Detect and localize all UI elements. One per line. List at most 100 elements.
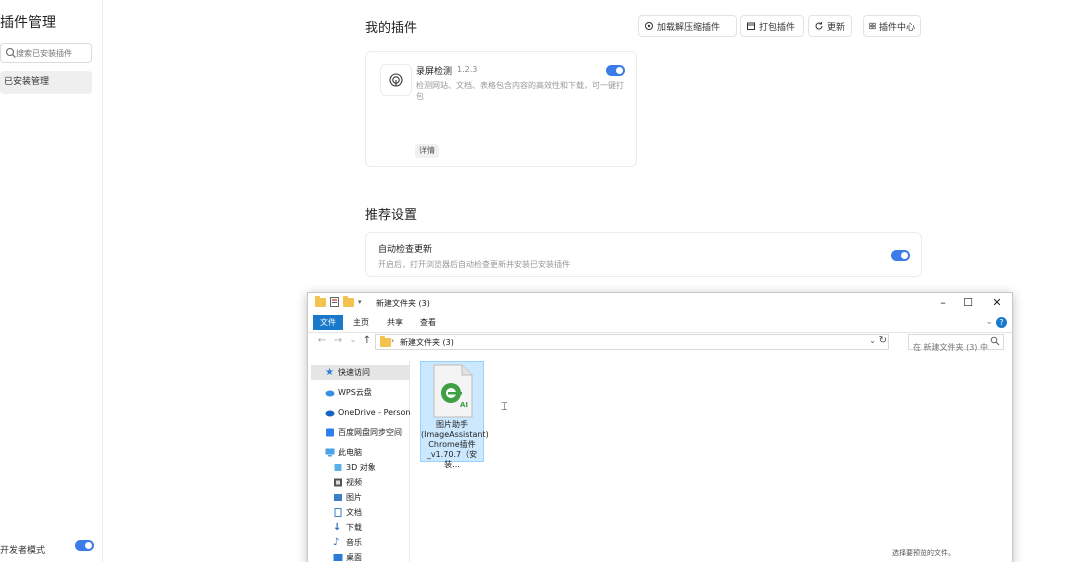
up-icon[interactable]: ↑	[361, 335, 373, 346]
tree-label: 文档	[346, 508, 362, 517]
maximize-icon[interactable]: ☐	[961, 296, 975, 310]
tree-label: 音乐	[346, 538, 362, 547]
plugin-icon	[380, 64, 412, 96]
address-bar[interactable]: › 新建文件夹 (3) ⌄ ↻	[375, 334, 889, 350]
video-icon	[334, 478, 342, 487]
pack-button[interactable]: 打包插件	[740, 15, 804, 37]
tab-share[interactable]: 共享	[387, 315, 403, 330]
tree-label: WPS云盘	[338, 388, 372, 397]
pack-label: 打包插件	[759, 22, 796, 33]
plugin-details-button[interactable]: 详情	[415, 144, 439, 158]
tree-item-baidu-sync[interactable]: 百度网盘同步空间	[311, 425, 410, 440]
package-icon	[747, 22, 755, 30]
quick-access-toolbar: ▾	[315, 295, 362, 307]
tree-item-quick-access[interactable]: ★ 快速访问	[311, 365, 410, 380]
recent-dropdown-icon[interactable]: ⌄	[347, 335, 359, 344]
search-input[interactable]	[16, 46, 90, 61]
load-unpacked-button[interactable]: 加载解压缩插件	[638, 15, 737, 37]
plugin-version: 1.2.3	[457, 65, 478, 74]
plugin-center-label: 插件中心	[878, 22, 915, 33]
update-button[interactable]: 更新	[808, 15, 852, 37]
tree-label: 下载	[346, 523, 362, 532]
explorer-search-input[interactable]	[909, 340, 989, 355]
tree-item-videos[interactable]: 视频	[311, 475, 410, 490]
search-icon	[990, 336, 1000, 346]
desktop-icon	[333, 554, 343, 561]
dev-mode-label: 开发者模式	[0, 546, 46, 556]
plugin-name: 录屏检测	[416, 67, 453, 77]
onedrive-icon	[325, 410, 335, 417]
title-bar[interactable]: ▾ 新建文件夹 (3) – ☐ ✕	[308, 293, 1012, 315]
tree-item-onedrive[interactable]: OneDrive - Personal	[311, 405, 410, 420]
minimize-icon[interactable]: –	[936, 296, 950, 310]
breadcrumb[interactable]: 新建文件夹 (3)	[400, 337, 454, 348]
navigation-pane: ★ 快速访问 WPS云盘 OneDrive - Personal 百度网盘同步空…	[308, 361, 410, 562]
star-icon: ★	[325, 367, 334, 378]
tab-home[interactable]: 主页	[353, 315, 369, 330]
quick-access-dropdown-icon[interactable]: ▾	[358, 298, 362, 306]
tree-item-this-pc[interactable]: 此电脑	[311, 445, 410, 460]
fingerprint-icon	[389, 73, 403, 87]
file-explorer-window: ▾ 新建文件夹 (3) – ☐ ✕ 文件 主页 共享 查看 ⌄ ? ← → ⌄ …	[307, 292, 1013, 562]
ai-document-icon: AI	[433, 364, 473, 418]
tab-view[interactable]: 查看	[420, 315, 436, 330]
tree-label: 百度网盘同步空间	[338, 428, 402, 437]
explorer-search-box[interactable]	[908, 334, 1004, 355]
tree-label: 快速访问	[338, 368, 370, 377]
cursor-icon: ⌶	[501, 400, 508, 413]
plugin-enable-toggle[interactable]	[606, 65, 625, 76]
tree-item-music[interactable]: ♪ 音乐	[311, 535, 410, 550]
ribbon-expand-icon[interactable]: ⌄	[985, 317, 993, 327]
tree-item-pictures[interactable]: 图片	[311, 490, 410, 505]
picture-icon	[334, 494, 342, 501]
tree-label: 此电脑	[338, 448, 362, 457]
new-folder-icon[interactable]	[343, 295, 354, 307]
tab-file[interactable]: 文件	[313, 315, 343, 330]
sync-folder-icon	[326, 428, 334, 437]
folder-icon	[315, 295, 326, 307]
forward-icon[interactable]: →	[332, 335, 344, 346]
file-name: 图片助手(ImageAssistant) Chrome插件_v1.70.7（安装…	[421, 420, 489, 469]
plugin-center-button[interactable]: 插件中心	[863, 15, 921, 37]
gear-icon	[645, 22, 653, 30]
grid-icon	[869, 22, 876, 30]
help-icon[interactable]: ?	[996, 317, 1007, 328]
setting-title: 自动检查更新	[378, 245, 433, 255]
dev-mode-row: 开发者模式	[0, 538, 96, 556]
auto-update-setting: 自动检查更新 开启后，打开浏览器后自动检查更新并安装已安装插件	[365, 232, 922, 277]
my-plugins-title: 我的插件	[365, 21, 418, 36]
breadcrumb-separator-icon: ›	[391, 336, 395, 345]
tree-item-3d-objects[interactable]: 3D 对象	[311, 460, 410, 475]
file-item[interactable]: AI 图片助手(ImageAssistant) Chrome插件_v1.70.7…	[420, 361, 489, 469]
tree-item-wps-cloud[interactable]: WPS云盘	[311, 385, 410, 400]
back-icon[interactable]: ←	[316, 335, 328, 346]
file-badge: AI	[460, 401, 468, 409]
sidebar-item-installed[interactable]: 已安装管理	[0, 71, 92, 94]
search-box[interactable]	[0, 43, 92, 63]
tree-label: OneDrive - Personal	[338, 408, 410, 417]
sidebar: 插件管理 已安装管理 开发者模式	[0, 0, 103, 562]
tree-item-downloads[interactable]: ↓ 下载	[311, 520, 410, 535]
refresh-icon	[815, 22, 823, 30]
tree-label: 3D 对象	[346, 463, 376, 472]
load-unpacked-label: 加载解压缩插件	[657, 22, 721, 33]
window-title: 新建文件夹 (3)	[376, 299, 430, 308]
app-title: 插件管理	[0, 15, 56, 31]
close-icon[interactable]: ✕	[990, 296, 1004, 310]
address-folder-icon	[380, 336, 391, 347]
dev-mode-toggle[interactable]	[75, 540, 94, 551]
properties-icon[interactable]	[330, 297, 339, 307]
computer-icon	[325, 448, 335, 457]
refresh-icon[interactable]: ↻	[879, 335, 887, 346]
setting-description: 开启后，打开浏览器后自动检查更新并安装已安装插件	[378, 260, 570, 269]
address-dropdown-icon[interactable]: ⌄	[869, 336, 876, 345]
music-icon: ♪	[333, 537, 340, 548]
recommend-title: 推荐设置	[365, 208, 418, 223]
plugin-description: 检测网站、文档、表格包含内容的高效性和下载，可一键打包	[416, 81, 624, 101]
tree-label: 视频	[346, 478, 362, 487]
download-icon: ↓	[333, 522, 342, 533]
auto-update-toggle[interactable]	[891, 250, 910, 261]
ribbon-tabs: 文件 主页 共享 查看 ⌄ ?	[308, 315, 1012, 330]
tree-item-desktop[interactable]: 桌面	[311, 550, 410, 562]
tree-item-documents[interactable]: 文档	[311, 505, 410, 520]
